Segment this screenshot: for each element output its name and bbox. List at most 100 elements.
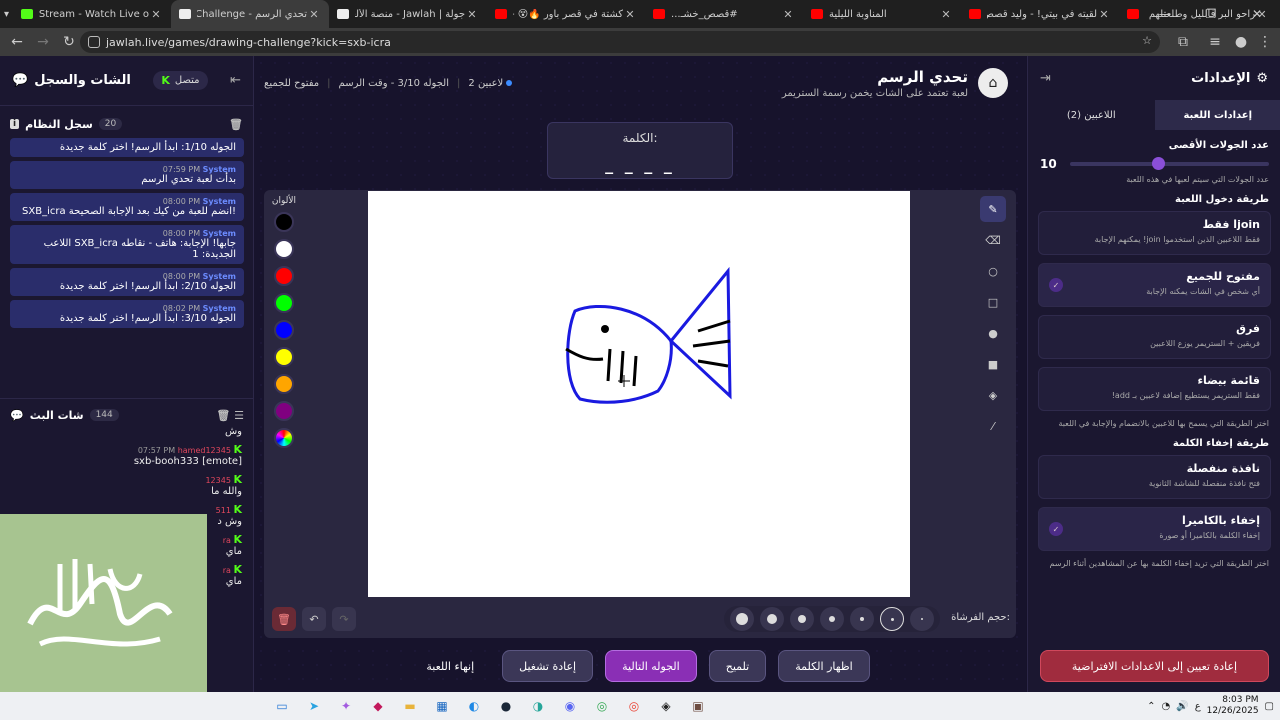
notifications-icon[interactable]: ▢ (1265, 701, 1274, 712)
max-rounds-slider[interactable] (1070, 157, 1269, 170)
clear-canvas-button[interactable]: 🗑 (272, 607, 296, 631)
browser-tab[interactable]: SXB_icra Stream - Watch Live o✕ (13, 0, 171, 28)
browser-menu-icon[interactable]: ⋮ (1252, 30, 1278, 54)
color-swatch[interactable] (274, 347, 294, 367)
color-swatch[interactable] (274, 212, 294, 232)
brush-size-md[interactable] (790, 607, 814, 631)
brush-size-xxs[interactable] (910, 607, 934, 631)
chat-username[interactable]: ra (223, 536, 231, 545)
clear-system-log-icon[interactable]: 🗑 (229, 118, 243, 131)
hint-button[interactable]: تلميح (708, 650, 767, 682)
home-button[interactable]: ⌂ (978, 68, 1008, 98)
folder-icon[interactable]: ▬ (398, 695, 422, 717)
setting-option[interactable]: إخفاء بالكاميرا إخفاء الكلمة بالكاميرا أو… (1038, 507, 1271, 551)
drawing-canvas[interactable] (368, 191, 910, 597)
back-button[interactable]: ← (4, 30, 30, 54)
edge-icon[interactable]: ◐ (462, 695, 486, 717)
clear-chat-icon[interactable]: 🗑 (216, 409, 230, 422)
close-window-button[interactable]: ✕ (1234, 0, 1280, 28)
copilot-icon[interactable]: ✦ (334, 695, 358, 717)
redo-button[interactable]: ↷ (332, 607, 356, 631)
fill-bucket-tool-button[interactable]: ◈ (980, 382, 1006, 408)
discord-icon[interactable]: ◉ (558, 695, 582, 717)
bookmark-star-icon[interactable]: ☆ (1142, 34, 1152, 47)
telegram-icon[interactable]: ➤ (302, 695, 326, 717)
browser-tab[interactable]: تحدي الرسم - Drawing Challenge✕ (171, 0, 330, 28)
circle-tool-button[interactable]: ○ (980, 258, 1006, 284)
setting-option[interactable]: فرق فريقين + الستريمر يوزع اللاعبين (1038, 315, 1271, 359)
network-icon[interactable]: ◔ (1162, 701, 1171, 712)
setting-option[interactable]: مفتوح للجميع أي شخص في الشات يمكنه الإجاب… (1038, 263, 1271, 307)
chat-username[interactable]: hamed12345 (178, 446, 231, 455)
tab-game-settings[interactable]: إعدادات اللعبة (1154, 100, 1280, 130)
store-icon[interactable]: ▦ (430, 695, 454, 717)
slider-handle[interactable] (1151, 157, 1165, 170)
line-tool-button[interactable]: ⁄ (980, 413, 1006, 439)
next-round-button[interactable]: الجوله التالية (605, 650, 697, 682)
tray-overflow-icon[interactable]: ⌃ (1147, 701, 1155, 712)
tab-close-icon[interactable]: ✕ (465, 8, 479, 21)
minimize-button[interactable]: — (1142, 0, 1188, 28)
forward-button[interactable]: → (30, 30, 56, 54)
collapse-left-panel-icon[interactable]: ⇤ (230, 73, 241, 88)
filled-rectangle-tool-button[interactable]: ■ (980, 351, 1006, 377)
setting-option[interactable]: نافذة منفصلة فتح نافذة منفصلة للشاشة الثا… (1038, 455, 1271, 499)
browser-tab[interactable]: لقيته في بيتي! - وليد قصص - e✕ (961, 0, 1119, 28)
media-icon[interactable]: ≡ (1202, 30, 1228, 54)
show-word-button[interactable]: اظهار الكلمة (778, 650, 870, 682)
color-swatch[interactable] (274, 401, 294, 421)
tab-close-icon[interactable]: ✕ (1097, 8, 1111, 21)
tab-players[interactable]: اللاعبين (2) (1028, 100, 1155, 130)
chrome-icon[interactable]: ◎ (590, 695, 614, 717)
restart-button[interactable]: إعادة تشغيل (502, 650, 594, 682)
tab-close-icon[interactable]: ✕ (623, 8, 637, 21)
browser-tab[interactable]: كشتة في قصر باور 🔥😵 - Tube✕ (487, 0, 645, 28)
brush-size-selected[interactable] (880, 607, 904, 631)
color-swatch[interactable] (274, 293, 294, 313)
volume-icon[interactable]: 🔊 (1176, 701, 1188, 712)
site-info-icon[interactable] (88, 36, 100, 48)
edge-browser-icon[interactable]: ◑ (526, 695, 550, 717)
file-explorer-icon[interactable]: ▭ (270, 695, 294, 717)
tab-close-icon[interactable]: ✕ (939, 8, 953, 21)
brush-size-sm[interactable] (820, 607, 844, 631)
eraser-tool-button[interactable]: ⌫ (980, 227, 1006, 253)
color-swatch[interactable] (274, 266, 294, 286)
steam-icon[interactable]: ● (494, 695, 518, 717)
browser-tab[interactable]: جولة | Jawlah - منصة الألعاب الت✕ (329, 0, 487, 28)
chat-username[interactable]: 511 (216, 506, 231, 515)
color-swatch[interactable] (274, 239, 294, 259)
brush-size-lg[interactable] (760, 607, 784, 631)
collapse-right-panel-icon[interactable]: ⇥ (1040, 71, 1051, 86)
url-field[interactable]: jawlah.live/games/drawing-challenge?kick… (80, 31, 1160, 53)
profile-avatar[interactable]: ● (1228, 30, 1254, 54)
chrome-active-icon[interactable]: ◎ (622, 695, 646, 717)
color-swatch[interactable] (274, 320, 294, 340)
app-icon[interactable]: ▣ (686, 695, 710, 717)
chat-username[interactable]: 12345 (205, 476, 230, 485)
rectangle-tool-button[interactable]: □ (980, 289, 1006, 315)
tab-search-button[interactable]: ▾ (4, 3, 9, 25)
reset-defaults-button[interactable]: إعادة تعيين إلى الاعدادات الافتراضية (1040, 650, 1269, 682)
setting-option[interactable]: joinا فقط فقط اللاعبين الذين استخدموا joi… (1038, 211, 1271, 255)
xbox-icon[interactable]: ◈ (654, 695, 678, 717)
brush-size-xl[interactable] (730, 607, 754, 631)
restore-button[interactable]: ❐ (1188, 0, 1234, 28)
tab-close-icon[interactable]: ✕ (307, 8, 321, 21)
color-swatch[interactable] (274, 374, 294, 394)
undo-button[interactable]: ↶ (302, 607, 326, 631)
brush-size-xs[interactable] (850, 607, 874, 631)
browser-tab[interactable]: #قصص_خشـ... ✕ (645, 0, 803, 28)
extensions-icon[interactable]: ⧉ (1170, 30, 1196, 54)
clock[interactable]: 8:03 PM 12/26/2025 (1207, 695, 1259, 717)
pen-tool-button[interactable]: ✎ (980, 196, 1006, 222)
custom-color-picker[interactable] (274, 428, 294, 448)
tab-close-icon[interactable]: ✕ (149, 8, 163, 21)
chat-username[interactable]: ra (223, 566, 231, 575)
setting-option[interactable]: قائمة بيضاء فقط الستريمر يستطيع إضافة لاع… (1038, 367, 1271, 411)
browser-tab[interactable]: المناوبة الليلية ✕ (803, 0, 961, 28)
tab-close-icon[interactable]: ✕ (781, 8, 795, 21)
reload-button[interactable]: ↻ (56, 30, 82, 54)
chat-menu-icon[interactable]: ☰ (234, 409, 244, 422)
end-game-button[interactable]: إنهاء اللعبة (410, 650, 490, 682)
